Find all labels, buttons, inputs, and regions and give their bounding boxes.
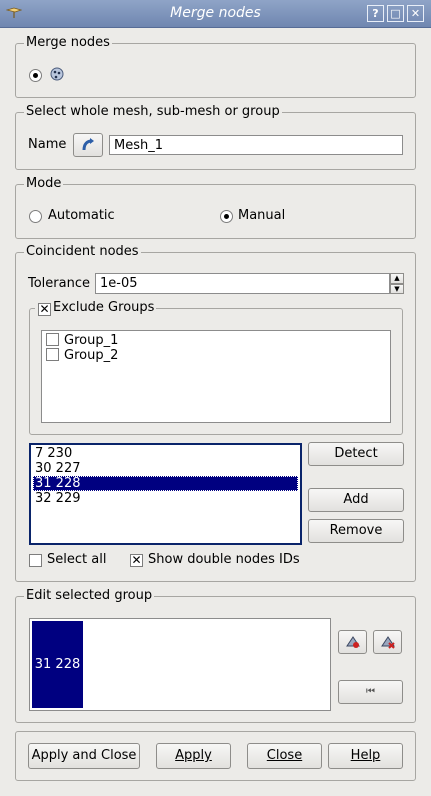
remove-button[interactable]: Remove bbox=[308, 519, 404, 543]
set-first-node-button[interactable] bbox=[338, 630, 367, 654]
group-checkbox[interactable] bbox=[46, 348, 59, 361]
list-item-selected[interactable]: 31 228 bbox=[33, 476, 298, 491]
exclude-groups-group: Exclude Groups ✕ Group_1 Group_2 bbox=[29, 300, 403, 435]
list-item[interactable]: 32 229 bbox=[33, 491, 298, 506]
manual-radio[interactable] bbox=[220, 210, 233, 223]
merge-nodes-title: Merge nodes bbox=[24, 35, 112, 51]
mode-title: Mode bbox=[24, 176, 64, 192]
tolerance-label: Tolerance bbox=[28, 276, 90, 291]
show-ids-checkbox[interactable]: ✕ bbox=[130, 554, 143, 567]
exclude-groups-checkbox[interactable]: ✕ bbox=[38, 303, 51, 316]
title-bar: Merge nodes ? □ ✕ bbox=[0, 0, 431, 28]
list-item[interactable]: 7 230 bbox=[33, 446, 298, 461]
help-label: Help bbox=[350, 748, 381, 763]
close-button[interactable]: Close bbox=[247, 743, 322, 769]
exclude-groups-title: Exclude Groups bbox=[35, 300, 157, 316]
arrow-select-icon bbox=[82, 138, 94, 151]
manual-label: Manual bbox=[238, 208, 286, 223]
close-window-button[interactable]: ✕ bbox=[407, 5, 424, 22]
group-item[interactable]: Group_1 bbox=[46, 333, 118, 348]
tolerance-up-button[interactable]: ▲ bbox=[390, 273, 404, 284]
coincident-nodes-list[interactable]: 7 230 30 227 31 228 32 229 bbox=[29, 443, 302, 545]
skip-start-icon: ⏮ bbox=[366, 686, 375, 697]
help-button[interactable]: Help bbox=[328, 743, 403, 769]
group-item-label: Group_1 bbox=[64, 333, 119, 348]
maximize-button[interactable]: □ bbox=[387, 5, 404, 22]
mesh-remove-icon bbox=[380, 636, 395, 649]
footer-bar: Apply and Close Apply Close Help bbox=[15, 731, 416, 781]
remove-node-button[interactable] bbox=[373, 630, 402, 654]
group-item[interactable]: Group_2 bbox=[46, 348, 118, 363]
name-label: Name bbox=[28, 137, 67, 152]
groups-list: Group_1 Group_2 bbox=[41, 330, 391, 423]
edit-group-title: Edit selected group bbox=[24, 588, 155, 604]
mesh-name-field[interactable]: Mesh_1 bbox=[109, 135, 403, 155]
selected-group-list[interactable]: 31 228 bbox=[29, 618, 331, 711]
group-item-label: Group_2 bbox=[64, 348, 119, 363]
automatic-label: Automatic bbox=[48, 208, 115, 223]
select-all-checkbox[interactable] bbox=[29, 554, 42, 567]
first-node-button[interactable]: ⏮ bbox=[338, 680, 403, 704]
apply-and-close-label: Apply and Close bbox=[31, 748, 137, 763]
mode-group: Mode Automatic Manual bbox=[15, 176, 416, 239]
apply-label: Apply bbox=[175, 748, 212, 763]
mesh-select-group: Select whole mesh, sub-mesh or group Nam… bbox=[15, 104, 416, 170]
mesh-add-icon bbox=[345, 636, 360, 648]
apply-and-close-button[interactable]: Apply and Close bbox=[28, 743, 140, 769]
coincident-nodes-title: Coincident nodes bbox=[24, 244, 141, 260]
show-ids-label: Show double nodes IDs bbox=[148, 552, 300, 567]
mesh-nodes-icon bbox=[50, 67, 64, 81]
merge-nodes-group: Merge nodes bbox=[15, 35, 416, 98]
select-all-label: Select all bbox=[47, 552, 107, 567]
tolerance-field[interactable]: 1e-05 bbox=[95, 273, 390, 294]
coincident-nodes-group: Coincident nodes Tolerance 1e-05 ▲ ▼ Exc… bbox=[15, 244, 416, 582]
tolerance-down-button[interactable]: ▼ bbox=[390, 284, 404, 294]
selected-group-item[interactable]: 31 228 bbox=[32, 621, 83, 708]
list-item[interactable]: 30 227 bbox=[33, 461, 298, 476]
mesh-select-title: Select whole mesh, sub-mesh or group bbox=[24, 104, 282, 120]
add-button[interactable]: Add bbox=[308, 488, 404, 512]
group-checkbox[interactable] bbox=[46, 333, 59, 346]
apply-button[interactable]: Apply bbox=[156, 743, 231, 769]
select-mesh-button[interactable] bbox=[73, 133, 103, 157]
close-label: Close bbox=[266, 748, 303, 763]
detect-button[interactable]: Detect bbox=[308, 442, 404, 466]
merge-nodes-radio[interactable] bbox=[29, 69, 42, 82]
edit-group-group: Edit selected group 31 228 ⏮ bbox=[15, 588, 416, 723]
automatic-radio[interactable] bbox=[29, 210, 42, 223]
help-title-button[interactable]: ? bbox=[367, 5, 384, 22]
